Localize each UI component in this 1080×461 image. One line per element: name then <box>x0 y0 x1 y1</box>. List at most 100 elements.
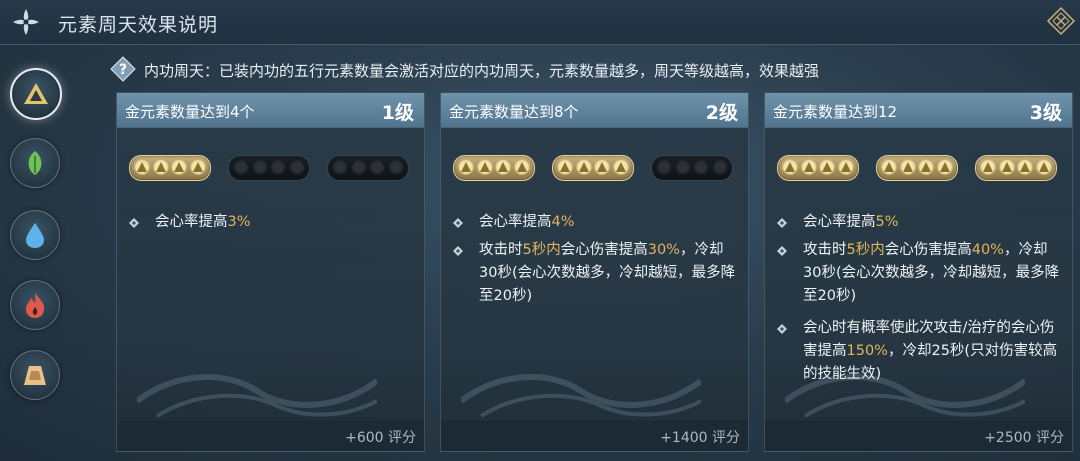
element-pip <box>495 159 511 175</box>
metal-triangle-icon <box>174 162 184 172</box>
effect-text: 会心时有概率使此次攻击/治疗的会心伤害提高150%，冷却25秒(只对伤害较高的技… <box>803 317 1065 386</box>
highlight-value: 4% <box>551 214 575 230</box>
effect-segment: 会心率提高 <box>803 214 876 230</box>
metal-triangle-icon <box>479 162 490 172</box>
element-pip <box>270 159 286 175</box>
metal-triangle-icon <box>902 162 913 172</box>
metal-triangle-icon <box>803 162 814 172</box>
sidebar-item-water[interactable] <box>10 210 60 260</box>
card-score: +1400 评分 <box>660 430 740 446</box>
metal-triangle-icon <box>884 162 894 172</box>
card-header: 金元素数量达到8个 2级 <box>441 93 748 128</box>
effect-segment: 会心率提高 <box>479 214 552 230</box>
element-pip <box>819 159 835 175</box>
metal-triangle-icon <box>921 162 931 172</box>
metal-triangle-icon <box>822 162 832 172</box>
element-pip <box>189 159 206 175</box>
element-pip <box>899 159 916 175</box>
sidebar-item-fire[interactable] <box>10 280 60 330</box>
flame-icon <box>26 293 45 318</box>
diamond-bullet-icon <box>777 324 787 334</box>
card-title: 金元素数量达到8个 <box>449 103 579 121</box>
metal-triangle-icon <box>155 162 166 172</box>
highlight-value: 40% <box>971 242 1004 258</box>
metal-triangle-icon <box>1020 162 1030 172</box>
pip-group-inactive <box>327 155 409 181</box>
card-header: 金元素数量达到12 3级 <box>765 93 1072 128</box>
lotus-logo-icon <box>13 9 39 35</box>
top-bar: 元素周天效果说明 <box>0 0 1080 45</box>
element-pip <box>134 159 150 175</box>
effect-text: 会心率提高4% <box>479 211 741 234</box>
tier-card-1: 金元素数量达到4个 1级 会心率提高3% +600 评分 <box>116 92 425 452</box>
element-pip <box>980 159 996 175</box>
element-pip <box>674 159 691 175</box>
element-pip <box>233 159 249 175</box>
metal-triangle-icon <box>597 162 607 172</box>
help-icon[interactable]: ? <box>110 56 136 82</box>
element-pip <box>332 159 348 175</box>
element-pip <box>350 159 367 175</box>
card-footer: +2500 评分 <box>765 421 1072 451</box>
element-pip <box>881 159 897 175</box>
element-pip <box>837 159 854 175</box>
element-pip <box>575 159 592 175</box>
highlight-value: 150% <box>846 343 888 359</box>
tier-card-2: 金元素数量达到8个 2级会心率提高4% 攻击时5秒内会心伤害提高30%，冷却30秒(… <box>440 92 749 452</box>
metal-triangle-icon <box>560 162 570 172</box>
element-pip <box>656 159 672 175</box>
metal-triangle-icon <box>578 162 589 172</box>
effect-text: 会心率提高3% <box>155 211 417 234</box>
metal-triangle-icon <box>516 162 527 172</box>
pip-group-inactive <box>228 155 310 181</box>
element-sidebar <box>0 44 70 461</box>
element-pip <box>800 159 817 175</box>
metal-triangle-icon <box>939 162 950 172</box>
pip-group-active <box>876 155 958 181</box>
metal-triangle-icon <box>1038 162 1049 172</box>
pip-group-active <box>975 155 1057 181</box>
highlight-value: 3% <box>227 214 251 230</box>
element-pip <box>152 159 169 175</box>
effect-text: 攻击时5秒内会心伤害提高30%，冷却30秒(会心次数越多，冷却越短，最多降至20… <box>479 239 741 308</box>
leaf-icon <box>28 151 42 175</box>
diamond-bullet-icon <box>777 246 787 256</box>
element-pip <box>476 159 493 175</box>
highlight-value: 5% <box>875 214 899 230</box>
highlight-value: 5秒内 <box>522 242 561 258</box>
diamond-close-icon[interactable] <box>1046 6 1076 36</box>
effect-segment: 会心伤害提高 <box>560 242 648 258</box>
element-pip <box>288 159 305 175</box>
element-pip <box>936 159 953 175</box>
card-footer: +1400 评分 <box>441 421 748 451</box>
highlight-value: 30% <box>647 242 680 258</box>
effect-segment: 攻击时 <box>479 242 523 258</box>
diamond-bullet-icon <box>453 246 463 256</box>
cloud-swirl-decoration <box>461 374 701 418</box>
sidebar-item-metal[interactable] <box>10 68 62 120</box>
metal-triangle-icon <box>1001 162 1012 172</box>
element-pip <box>594 159 610 175</box>
metal-triangle-icon <box>192 162 203 172</box>
element-pip <box>1017 159 1033 175</box>
sidebar-item-earth[interactable] <box>10 350 60 400</box>
element-pip <box>369 159 385 175</box>
card-title: 金元素数量达到4个 <box>125 103 255 121</box>
metal-triangle-icon <box>498 162 508 172</box>
diamond-bullet-icon <box>129 218 139 228</box>
effect-segment: 会心率提高 <box>155 214 228 230</box>
metal-triangle-icon <box>137 162 147 172</box>
element-pip <box>918 159 934 175</box>
highlight-value: 5秒内 <box>846 242 885 258</box>
element-pips <box>453 155 735 181</box>
sidebar-item-wood[interactable] <box>10 138 60 188</box>
info-text: 内功周天：已装内功的五行元素数量会激活对应的内功周天，元素数量越多，周天等级越高… <box>144 62 820 80</box>
pip-group-active <box>129 155 211 181</box>
element-pip <box>513 159 530 175</box>
element-pip <box>693 159 709 175</box>
effect-text: 攻击时5秒内会心伤害提高40%，冷却30秒(会心次数越多，冷却越短，最多降至20… <box>803 239 1065 308</box>
element-pip <box>387 159 404 175</box>
element-pip <box>782 159 798 175</box>
metal-triangle-icon <box>461 162 471 172</box>
effect-text: 会心率提高5% <box>803 211 1065 234</box>
